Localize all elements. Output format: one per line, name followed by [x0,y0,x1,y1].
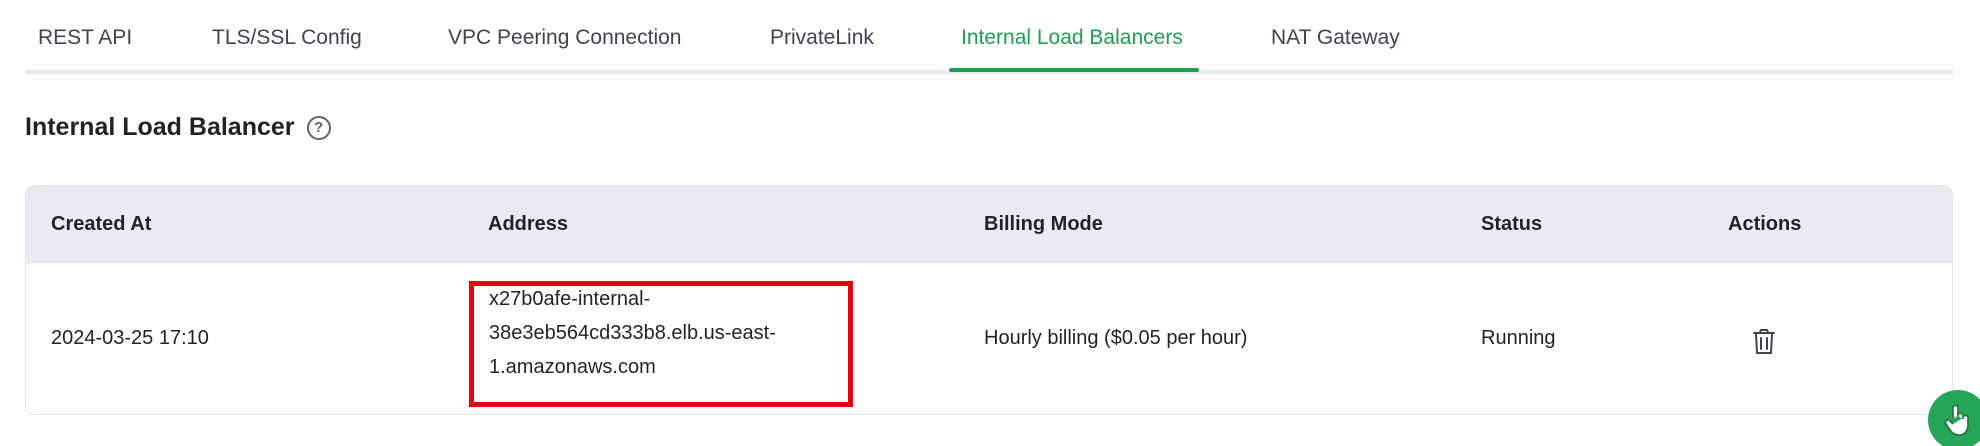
page: REST API TLS/SSL Config VPC Peering Conn… [0,0,1980,446]
column-header-actions: Actions [1728,213,1802,235]
section-header: Internal Load Balancer ? [25,113,331,142]
tab-vpc-peering-connection[interactable]: VPC Peering Connection [448,26,681,50]
hand-pointer-icon [1944,404,1969,436]
address-value: x27b0afe-internal- 38e3eb564cd333b8.elb.… [489,282,879,384]
load-balancer-table: Created At Address Billing Mode Status A… [25,185,1953,415]
trash-icon[interactable] [1752,329,1776,355]
status-value: Running [1481,327,1556,349]
tab-tls-ssl-config[interactable]: TLS/SSL Config [212,26,362,50]
active-tab-indicator [949,68,1199,72]
column-header-billing-mode: Billing Mode [984,213,1103,235]
column-header-address: Address [488,213,569,235]
address-line: 38e3eb564cd333b8.elb.us-east- [489,322,776,344]
tab-privatelink[interactable]: PrivateLink [770,26,874,50]
section-title: Internal Load Balancer [25,113,295,141]
help-fab-button[interactable] [1928,390,1980,446]
table-header: Created At Address Billing Mode Status A… [26,186,1952,263]
question-circle-icon[interactable]: ? [306,115,331,140]
billing-mode-value: Hourly billing ($0.05 per hour) [984,327,1248,349]
tab-rest-api[interactable]: REST API [38,26,132,50]
address-line: x27b0afe-internal- [489,288,651,310]
created-at-value: 2024-03-25 17:10 [51,327,209,349]
column-header-status: Status [1481,213,1543,235]
address-line: 1.amazonaws.com [489,356,656,378]
tab-nat-gateway[interactable]: NAT Gateway [1271,26,1400,50]
tab-bar: REST API TLS/SSL Config VPC Peering Conn… [25,0,1953,74]
tab-internal-load-balancers[interactable]: Internal Load Balancers [961,26,1183,50]
column-header-created-at: Created At [51,213,152,235]
